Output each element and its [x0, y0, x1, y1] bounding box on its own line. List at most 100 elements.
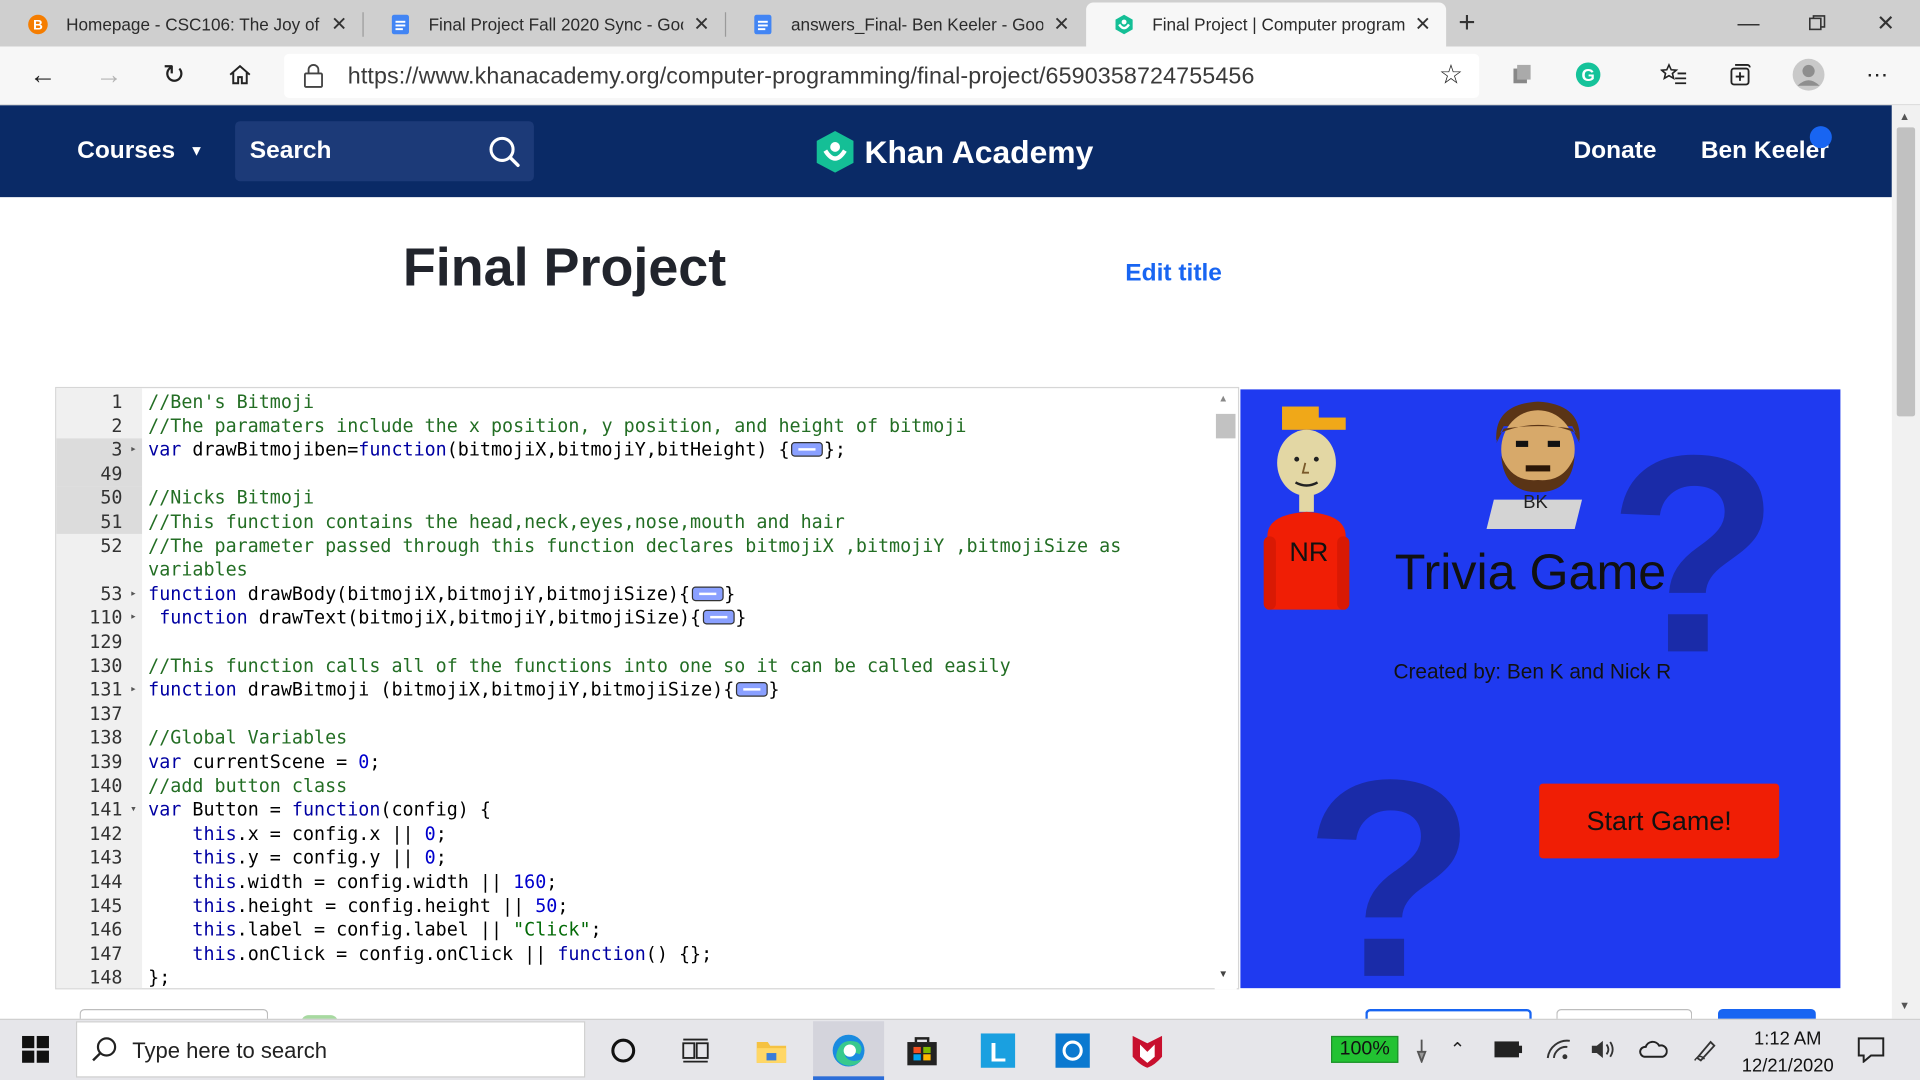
donate-link[interactable]: Donate	[1573, 137, 1656, 165]
refresh-icon[interactable]: ↻	[153, 54, 195, 96]
question-mark-icon: ?	[1304, 721, 1477, 989]
khan-academy-logo-icon[interactable]	[816, 130, 855, 180]
code-line[interactable]: 110 ▸ function drawText(bitmojiX,bitmojiY…	[56, 607, 1232, 631]
task-view-icon[interactable]	[669, 1026, 723, 1075]
code-line[interactable]: 137	[56, 703, 1232, 727]
cortana-icon[interactable]	[596, 1026, 650, 1075]
forward-arrow-icon[interactable]: →	[88, 54, 130, 96]
code-line[interactable]: 49	[56, 463, 1232, 487]
home-icon[interactable]	[219, 54, 261, 96]
code-line[interactable]: 129	[56, 631, 1232, 655]
profile-avatar-icon[interactable]	[1788, 54, 1830, 96]
store-icon[interactable]	[895, 1026, 949, 1075]
fold-toggle-icon[interactable]: ▸	[127, 583, 139, 607]
scroll-down-arrow-icon[interactable]: ▼	[1218, 969, 1228, 980]
wifi-icon[interactable]	[1545, 1036, 1572, 1067]
tab-khan-final-project[interactable]: Final Project | Computer program ✕	[1086, 2, 1447, 47]
program-output-canvas[interactable]: ? ? NR BK Trivia Game Created by: Ben K …	[1240, 389, 1841, 989]
tab-final-project-sync[interactable]: Final Project Fall 2020 Sync - Goo ✕	[362, 2, 724, 46]
pen-workspace-icon[interactable]	[1692, 1036, 1719, 1069]
fold-toggle-icon[interactable]: ▸	[127, 439, 139, 463]
code-line[interactable]: 148};	[56, 967, 1232, 989]
code-line[interactable]: 52 //The parameter passed through this fu…	[56, 535, 1232, 583]
code-line[interactable]: 146 this.label = config.label || "Click"…	[56, 919, 1232, 943]
start-game-button[interactable]: Start Game!	[1539, 783, 1780, 859]
code-line[interactable]: 145 this.height = config.height || 50;	[56, 895, 1232, 919]
fold-toggle-icon[interactable]: ▾	[127, 799, 139, 823]
code-line[interactable]: 131 ▸ function drawBitmoji (bitmojiX,bitmo…	[56, 679, 1232, 703]
notification-center-icon[interactable]	[1856, 1036, 1885, 1069]
code-line[interactable]: 2 //The paramaters include the x position…	[56, 415, 1232, 439]
page-scroll-thumb[interactable]	[1896, 127, 1916, 417]
close-tab-icon[interactable]: ✕	[1051, 12, 1073, 36]
taskbar-search-input[interactable]: Type here to search	[132, 1038, 327, 1064]
search-icon	[91, 1036, 118, 1069]
code-text: //The paramaters include the x position,…	[148, 414, 967, 437]
l-app-icon[interactable]: L	[971, 1026, 1025, 1075]
scroll-up-arrow-icon[interactable]: ▲	[1218, 393, 1228, 404]
url-text[interactable]: https://www.khanacademy.org/computer-pro…	[348, 64, 1255, 91]
search-icon[interactable]	[487, 135, 521, 175]
fold-toggle-icon[interactable]: ▸	[127, 607, 139, 631]
code-line[interactable]: 143 this.y = config.y || 0;	[56, 847, 1232, 871]
minimize-icon[interactable]: —	[1714, 0, 1783, 47]
battery-percentage[interactable]: 100%	[1331, 1035, 1399, 1063]
code-line[interactable]: 3 ▸ var drawBitmojiben=function(bitmojiX,b…	[56, 439, 1232, 463]
grammarly-icon[interactable]: G	[1567, 54, 1609, 96]
favorite-star-icon[interactable]: ☆	[1430, 54, 1472, 96]
new-tab-icon[interactable]: +	[1442, 0, 1491, 47]
pen-icon[interactable]	[1414, 1038, 1429, 1069]
tab-answers-final[interactable]: answers_Final- Ben Keeler - Goo ✕	[725, 2, 1085, 46]
windows-start-icon[interactable]	[22, 1035, 49, 1069]
more-options-icon[interactable]: ⋯	[1856, 54, 1898, 96]
editor-scroll-thumb[interactable]	[1215, 413, 1236, 439]
restore-icon[interactable]	[1783, 0, 1852, 47]
close-window-icon[interactable]: ✕	[1851, 0, 1920, 47]
header-search-input[interactable]: Search	[250, 137, 332, 165]
code-line[interactable]: 141 ▾ var Button = function(config) {	[56, 799, 1232, 823]
code-line[interactable]: 1 //Ben's Bitmoji	[56, 391, 1232, 415]
file-explorer-icon[interactable]	[744, 1026, 798, 1075]
courses-menu[interactable]: Courses ▼	[77, 137, 204, 165]
svg-text:L: L	[990, 1038, 1006, 1068]
user-menu[interactable]: Ben Keeler	[1701, 137, 1829, 165]
favorites-list-icon[interactable]	[1653, 54, 1695, 96]
code-line[interactable]: 130 //This function calls all of the func…	[56, 655, 1232, 679]
code-line[interactable]: 147 this.onClick = config.onClick || fun…	[56, 943, 1232, 967]
onedrive-icon[interactable]	[1638, 1040, 1668, 1066]
code-line[interactable]: 144 this.width = config.width || 160;	[56, 871, 1232, 895]
code-line[interactable]: 138 //Global Variables	[56, 727, 1232, 751]
back-arrow-icon[interactable]: ←	[22, 54, 64, 96]
collections-icon[interactable]	[1719, 54, 1761, 96]
extension-icon[interactable]	[1501, 54, 1543, 96]
code-line[interactable]: 50 //Nicks Bitmoji	[56, 487, 1232, 511]
fold-toggle-icon[interactable]: ▸	[127, 679, 139, 703]
edit-title-link[interactable]: Edit title	[1125, 260, 1222, 288]
folded-code-icon[interactable]	[702, 610, 735, 625]
folded-code-icon[interactable]	[735, 682, 768, 697]
close-tab-icon[interactable]: ✕	[1412, 12, 1434, 36]
tab-homepage[interactable]: B Homepage - CSC106: The Joy of ✕	[0, 2, 362, 46]
folded-code-icon[interactable]	[790, 442, 823, 457]
page-scroll-up-icon[interactable]: ▲	[1899, 110, 1910, 122]
code-line[interactable]: 142 this.x = config.x || 0;	[56, 823, 1232, 847]
editor-scrollbar[interactable]	[1214, 389, 1237, 990]
code-line[interactable]: 139 var currentScene = 0;	[56, 751, 1232, 775]
chevron-up-icon[interactable]: ⌃	[1450, 1038, 1465, 1061]
edge-browser-icon[interactable]	[822, 1026, 876, 1075]
code-editor[interactable]: 1 //Ben's Bitmoji 2 //The paramaters includ…	[55, 386, 1240, 990]
code-line[interactable]: 53 ▸ function drawBody(bitmojiX,bitmojiY,b…	[56, 583, 1232, 607]
volume-icon[interactable]	[1589, 1038, 1616, 1066]
code-line[interactable]: 140 //add button class	[56, 775, 1232, 799]
close-tab-icon[interactable]: ✕	[328, 12, 350, 36]
mcafee-icon[interactable]	[1120, 1026, 1174, 1075]
logo-wordmark[interactable]: Khan Academy	[864, 133, 1093, 171]
taskbar-clock[interactable]: 1:12 AM 12/21/2020	[1727, 1026, 1849, 1080]
folded-code-icon[interactable]	[691, 586, 724, 601]
page-scroll-down-icon[interactable]: ▼	[1899, 999, 1910, 1011]
battery-icon[interactable]	[1494, 1041, 1523, 1064]
outlook-icon[interactable]	[1046, 1026, 1100, 1075]
close-tab-icon[interactable]: ✕	[691, 12, 713, 36]
code-line[interactable]: 51 //This function contains the head,neck…	[56, 511, 1232, 535]
line-number: 147	[89, 942, 123, 965]
